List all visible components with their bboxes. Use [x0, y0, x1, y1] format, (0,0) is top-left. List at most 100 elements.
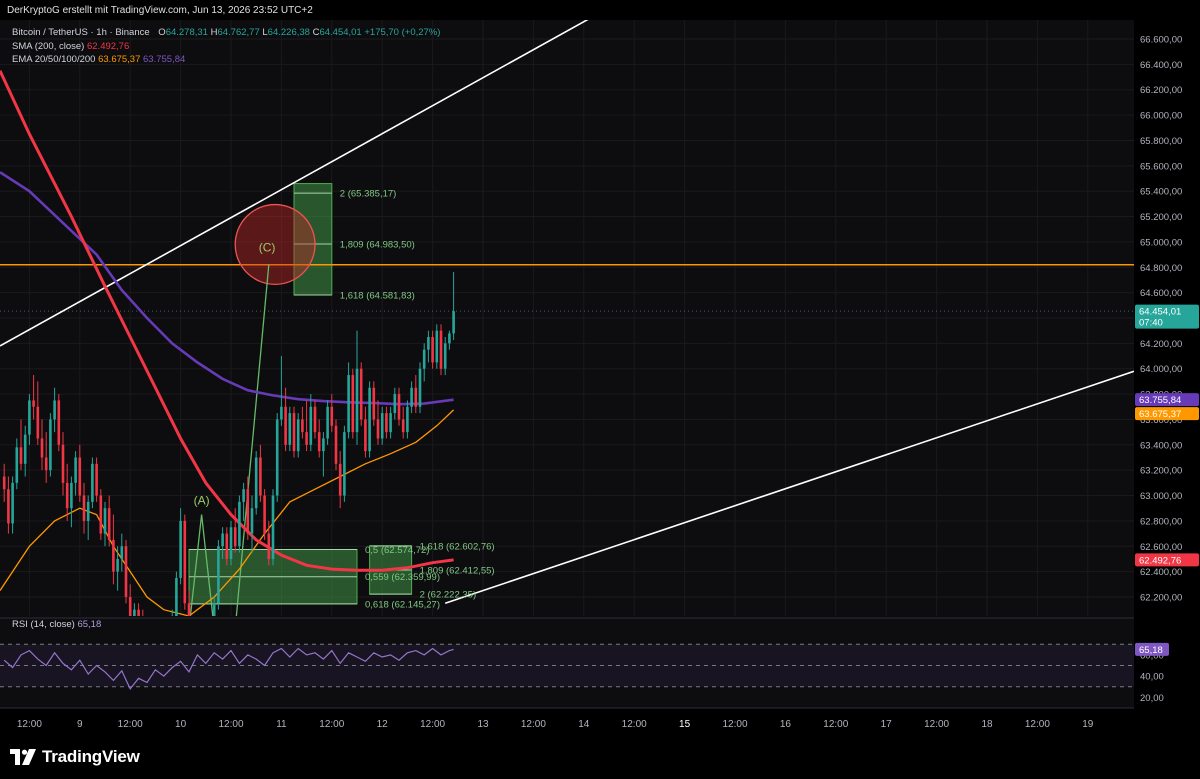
candle-body	[343, 432, 346, 496]
candle-up	[288, 406, 292, 452]
wave-c-label: (C)	[259, 240, 276, 254]
candle-body	[263, 495, 266, 534]
candle-body	[23, 434, 27, 464]
candle-body	[7, 489, 10, 524]
candle-body	[431, 337, 434, 363]
candle-down	[359, 362, 363, 426]
chart-canvas[interactable]: 2 (65.385,17) 1,809 (64.983,50) 1,618 (64.…	[0, 0, 1200, 779]
candle-body	[95, 463, 98, 496]
time-axis[interactable]: 12:00 9 12:00 10 12:00 11 12:00 12 12:00 13 12:00 1…	[0, 707, 1200, 738]
candle-body	[296, 419, 300, 452]
time-tick-label: 12:00	[319, 719, 344, 730]
time-tick-label: 12:00	[17, 719, 42, 730]
ohlc-open: 64.278,31	[165, 27, 208, 38]
candle-up	[254, 451, 258, 515]
ohlc-close: 64.454,01	[319, 27, 362, 38]
candle-body	[292, 413, 296, 452]
candle-body	[410, 387, 413, 407]
candle-up	[217, 539, 220, 610]
candle-up	[326, 400, 329, 445]
candle-body	[242, 489, 245, 502]
candle-body	[238, 501, 241, 547]
candle-body	[40, 438, 44, 458]
candle-body	[120, 546, 124, 559]
price-tick-label: 66.600,00	[1140, 35, 1182, 46]
candle-body	[347, 375, 350, 433]
candle-body	[44, 457, 48, 471]
candle-body	[427, 337, 430, 350]
ohlc-open-label: O	[158, 27, 166, 38]
price-tick-label: 66.000,00	[1140, 111, 1182, 122]
candle-down	[292, 406, 296, 458]
candle-body	[28, 400, 31, 435]
rsi-label: RSI (14, close)	[12, 619, 75, 630]
candle-down	[99, 489, 103, 540]
candle-body	[326, 406, 329, 439]
candle-body	[183, 520, 187, 604]
candle-body	[15, 447, 19, 483]
ema-row[interactable]: EMA 20/50/100/200 63.675,37 63.755,84	[12, 53, 440, 67]
price-tag-label: 63.675,37	[1139, 409, 1181, 420]
time-tick-label: 12:00	[622, 719, 647, 730]
candle-body	[57, 400, 61, 445]
candle-body	[175, 577, 178, 616]
candle-body	[271, 495, 275, 559]
candle-body	[452, 311, 455, 334]
price-tick-label: 62.200,00	[1140, 592, 1182, 603]
candle-body	[246, 489, 250, 534]
candle-body	[338, 463, 342, 496]
fib-small-label: 1,809 (62.412,55)	[420, 566, 495, 577]
rsi-legend[interactable]: RSI (14, close) 65,18	[12, 619, 101, 630]
candle-down	[263, 489, 266, 540]
candle-body	[11, 482, 14, 524]
price-tick-label: 63.200,00	[1140, 466, 1182, 477]
candle-up	[368, 381, 371, 458]
candle-body	[351, 375, 355, 433]
candle-body	[309, 406, 313, 445]
tradingview-brand: TradingView	[42, 747, 140, 766]
ema-value-purple: 63.755,84	[143, 54, 186, 65]
price-tick-label: 64.600,00	[1140, 288, 1182, 299]
candle-body	[19, 447, 23, 464]
candle-body	[124, 546, 128, 597]
candle-body	[359, 368, 363, 420]
price-tick-label: 65.000,00	[1140, 237, 1182, 248]
candle-body	[254, 457, 258, 509]
sma-row[interactable]: SMA (200, close) 62.492,76	[12, 40, 440, 54]
candle-up	[49, 413, 52, 477]
candle-body	[2, 476, 6, 490]
candle-body	[74, 457, 77, 483]
candle-down	[57, 394, 61, 452]
time-tick-label: 12:00	[1025, 719, 1050, 730]
time-tick-label: 12:00	[118, 719, 143, 730]
candle-body	[107, 508, 111, 540]
time-tick-label: 16	[780, 719, 792, 730]
candle-body	[414, 387, 418, 407]
candle-down	[334, 419, 338, 471]
price-tag-label: 63.755,84	[1139, 395, 1181, 406]
candle-body	[112, 539, 115, 572]
candle-body	[284, 406, 287, 445]
candle-up	[229, 520, 233, 566]
price-tick-label: 64.000,00	[1140, 364, 1182, 375]
ema-label: EMA 20/50/100/200	[12, 54, 96, 65]
candle-body	[212, 603, 216, 616]
tradingview-footer[interactable]: TradingView	[10, 745, 140, 769]
time-tick-label: 15	[679, 719, 691, 730]
symbol-title[interactable]: Bitcoin / TetherUS · 1h · Binance	[12, 27, 150, 38]
candle-body	[406, 406, 409, 433]
candle-down	[95, 457, 98, 502]
fib-lower-label: 0,618 (62.145,27)	[365, 599, 440, 610]
price-tick-label: 62.600,00	[1140, 542, 1182, 553]
candle-body	[422, 349, 426, 369]
fib-small-label: 2 (62.222,35)	[420, 590, 477, 601]
candle-body	[313, 406, 317, 433]
candle-down	[124, 539, 128, 604]
price-axis[interactable]: 62.200,00 62.400,00 62.600,00 62.800,00 63.0…	[1134, 20, 1200, 708]
candle-body	[380, 413, 384, 439]
candle-body	[32, 400, 35, 407]
candle-body	[288, 413, 292, 445]
price-tag-label: 64.454,01	[1139, 307, 1181, 318]
candle-body	[267, 533, 271, 559]
time-tick-label: 19	[1082, 719, 1094, 730]
